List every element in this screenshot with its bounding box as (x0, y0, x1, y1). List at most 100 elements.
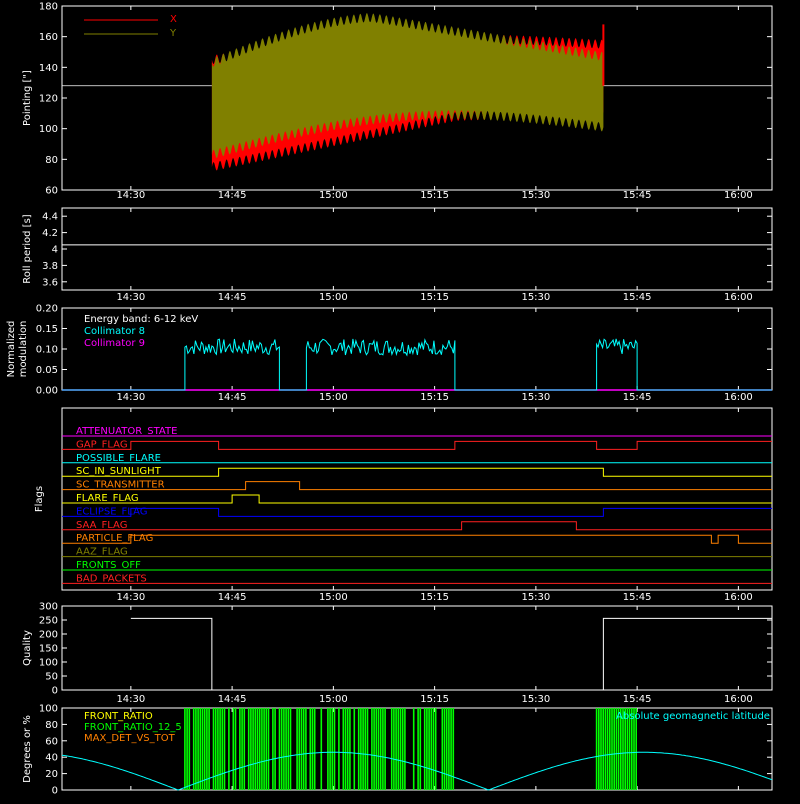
panel-frame-2 (61, 207, 773, 291)
time-tick-label: 15:45 (623, 190, 652, 201)
legend-front-ratio: FRONT_RATIO (84, 711, 153, 722)
time-tick-label: 15:30 (521, 694, 550, 705)
flag-label-sc-in-sunlight: SC_IN_SUNLIGHT (76, 466, 162, 477)
flag-label-possible-flare: POSSIBLE_FLARE (76, 453, 161, 464)
time-tick-label: 15:15 (420, 190, 449, 201)
y-tick-label: 40 (45, 753, 58, 764)
time-tick-label: 15:30 (521, 190, 550, 201)
time-tick-label: 15:30 (521, 292, 550, 303)
roll-period-axis-label: Roll period [s] (22, 214, 33, 283)
y-tick-label: 180 (39, 2, 58, 13)
y-tick-label: 0.15 (36, 324, 58, 335)
flag-label-sc-transmitter: SC_TRANSMITTER (76, 480, 165, 491)
time-tick-label: 16:00 (724, 190, 753, 201)
y-tick-label: 3.6 (42, 277, 58, 288)
time-tick-label: 15:45 (623, 392, 652, 403)
y-tick-label: 250 (39, 616, 58, 627)
y-tick-label: 100 (39, 658, 58, 669)
flag-trace-eclipse-flag (62, 507, 772, 517)
flag-label-attenuator-state: ATTENUATOR_STATE (76, 426, 177, 437)
time-tick-label: 14:45 (218, 392, 247, 403)
time-tick-label: 14:30 (116, 694, 145, 705)
geomagnetic-latitude-label: Absolute geomagnetic latitude (616, 711, 770, 722)
y-tick-label: 0.10 (36, 345, 58, 356)
flag-trace-saa-flag (62, 521, 772, 531)
flag-trace-sc-transmitter (62, 481, 772, 491)
time-tick-label: 16:00 (724, 392, 753, 403)
y-tick-label: 80 (45, 720, 58, 731)
flag-label-fronts-off: FRONTS_OFF (76, 560, 141, 571)
y-tick-label: 0 (52, 786, 58, 797)
y-tick-label: 100 (39, 124, 58, 135)
y-tick-label: 140 (39, 63, 58, 74)
y-tick-label: 4.2 (42, 228, 58, 239)
time-tick-label: 14:45 (218, 292, 247, 303)
flag-trace-flare-flag (62, 494, 772, 504)
time-tick-label: 16:00 (724, 694, 753, 705)
time-tick-label: 15:00 (319, 392, 348, 403)
y-tick-label: 300 (39, 602, 58, 613)
y-tick-label: 4 (52, 245, 58, 256)
flag-trace-sc-in-sunlight (62, 467, 772, 477)
flags-axis-label: Flags (34, 486, 45, 512)
modulation-axis-label-1: Normalized (6, 321, 17, 378)
flag-label-gap-flag: GAP_FLAG (76, 439, 128, 450)
y-tick-label: 3.8 (42, 261, 58, 272)
time-tick-label: 14:45 (218, 694, 247, 705)
time-tick-label: 15:15 (420, 592, 449, 603)
time-tick-label: 14:30 (116, 392, 145, 403)
y-tick-label: 60 (45, 186, 58, 197)
time-tick-label: 15:30 (521, 392, 550, 403)
pointing-axis-label: Pointing ["] (22, 70, 33, 126)
time-tick-label: 15:00 (319, 190, 348, 201)
geomagnetic-latitude-series (61, 751, 773, 791)
time-tick-label: 14:45 (218, 592, 247, 603)
y-tick-label: 4.4 (42, 212, 58, 223)
time-tick-label: 14:45 (218, 190, 247, 201)
y-tick-label: 160 (39, 32, 58, 43)
flag-label-saa-flag: SAA_FLAG (76, 520, 127, 531)
flag-trace-particle-flag (62, 534, 772, 544)
time-tick-label: 14:30 (116, 592, 145, 603)
collimator-8-series (62, 338, 772, 391)
y-tick-label: 0.20 (36, 304, 58, 315)
y-tick-label: 100 (39, 704, 58, 715)
plot-canvas: 14:30 14:45 15:00 15:15 15:30 15:45 16:00 60 80 1… (6, 2, 773, 797)
flag-label-bad-packets: BAD_PACKETS (76, 573, 147, 584)
time-tick-label: 15:45 (623, 292, 652, 303)
quality-axis-label: Quality (22, 630, 33, 666)
y-tick-label: 80 (45, 155, 58, 166)
time-tick-label: 15:15 (420, 292, 449, 303)
time-tick-label: 14:30 (116, 292, 145, 303)
y-tick-label: 0.05 (36, 365, 58, 376)
legend-label-y: Y (169, 28, 177, 39)
pointing-y-series (211, 13, 604, 158)
energy-band-label: Energy band: 6-12 keV (84, 314, 198, 325)
time-tick-label: 15:45 (623, 694, 652, 705)
ratios-axis-label: Degrees or % (22, 715, 33, 783)
time-tick-label: 15:45 (623, 592, 652, 603)
y-tick-label: 120 (39, 94, 58, 105)
time-tick-label: 16:00 (724, 292, 753, 303)
front-ratio-12-5-series (184, 708, 638, 790)
time-tick-label: 15:00 (319, 592, 348, 603)
legend-collimator-9: Collimator 9 (84, 338, 145, 349)
time-tick-label: 16:00 (724, 592, 753, 603)
legend-collimator-8: Collimator 8 (84, 326, 145, 337)
y-tick-label: 20 (45, 769, 58, 780)
flag-label-flare-flag: FLARE_FLAG (76, 493, 139, 504)
time-tick-label: 15:30 (521, 592, 550, 603)
modulation-axis-label-2: modulation (18, 321, 29, 378)
legend-front-ratio-12-5: FRONT_RATIO_12_5 (84, 722, 182, 733)
legend-label-x: X (170, 14, 177, 25)
y-tick-label: 0 (52, 686, 58, 697)
y-tick-label: 150 (39, 644, 58, 655)
quality-series (130, 617, 772, 691)
flag-label-aaz-flag: AAZ_FLAG (76, 547, 128, 558)
y-tick-label: 200 (39, 630, 58, 641)
y-tick-label: 0.00 (36, 386, 58, 397)
time-tick-label: 15:00 (319, 694, 348, 705)
time-tick-label: 15:15 (420, 694, 449, 705)
y-tick-label: 50 (45, 672, 58, 683)
time-tick-label: 14:30 (116, 190, 145, 201)
